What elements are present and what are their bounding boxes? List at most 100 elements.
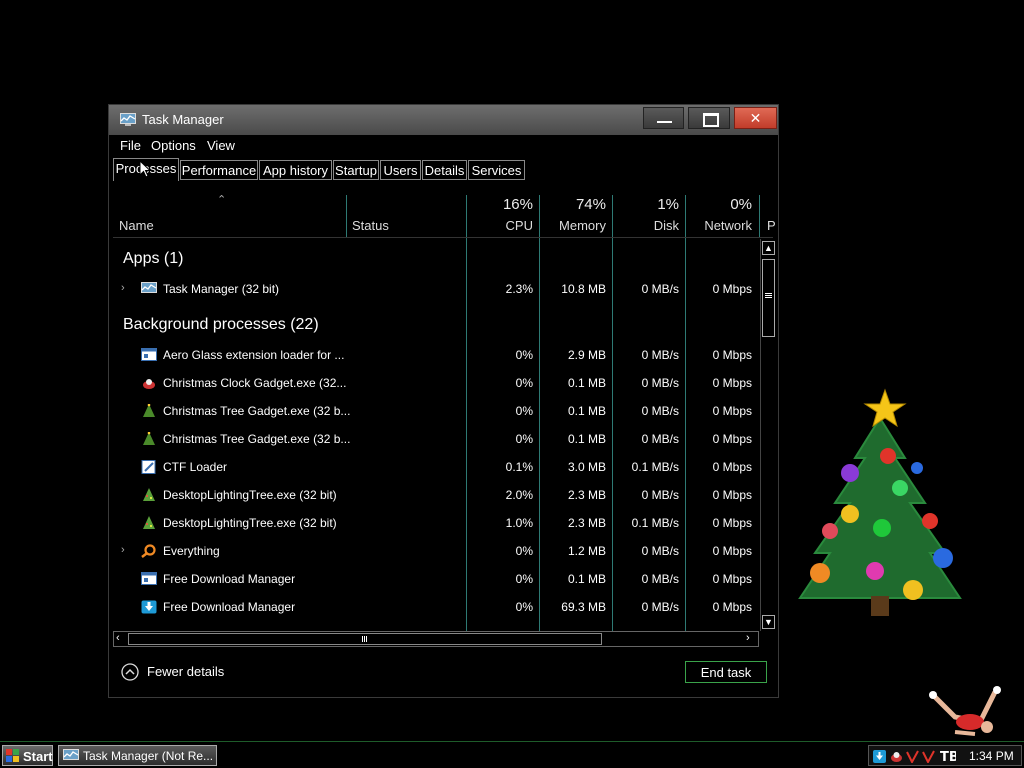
network-value: 0 Mbps [712, 404, 752, 418]
column-separator [612, 195, 613, 631]
download-icon[interactable] [873, 750, 886, 763]
chevron-right-icon[interactable]: › [121, 282, 125, 294]
group-background: Background processes (22) [123, 316, 319, 333]
system-tray: TB 1:34 PM [868, 745, 1022, 766]
taskbar-task-manager[interactable]: Task Manager (Not Re... [58, 745, 217, 766]
process-name: CTF Loader [163, 460, 228, 474]
grip-icon [765, 293, 772, 294]
cpu-value: 0% [515, 432, 533, 446]
memory-value: 10.8 MB [561, 282, 606, 296]
scroll-thumb[interactable] [762, 259, 775, 337]
start-label: Start [23, 749, 53, 764]
checkmark-red-icon[interactable] [906, 750, 919, 763]
network-value: 0 Mbps [712, 460, 752, 474]
column-separator [685, 195, 686, 631]
end-task-button[interactable]: End task [685, 661, 767, 683]
menu-options[interactable]: Options [151, 138, 196, 153]
chevron-up-circle-icon [121, 663, 139, 681]
process-name: Christmas Tree Gadget.exe (32 b... [163, 404, 351, 418]
network-value: 0 Mbps [712, 348, 752, 362]
cpu-value: 0% [515, 376, 533, 390]
column-separator [466, 195, 467, 631]
network-value: 0 Mbps [712, 376, 752, 390]
checkmark-red-icon[interactable] [922, 750, 935, 763]
network-value: 0 Mbps [712, 600, 752, 614]
christmas-tree-gadget-icon[interactable] [795, 388, 965, 624]
lighting-tree-icon [143, 516, 155, 529]
close-button[interactable]: ✕ [734, 107, 777, 129]
tb-logo-icon[interactable]: TB [940, 749, 956, 763]
column-network[interactable]: Network [688, 218, 752, 233]
maximize-icon [703, 113, 719, 127]
memory-value: 0.1 MB [567, 432, 606, 446]
column-name[interactable]: Name [119, 218, 154, 233]
window-icon [141, 348, 157, 361]
column-memory[interactable]: Memory [542, 218, 606, 233]
column-separator [759, 195, 760, 237]
disk-value: 0 MB/s [641, 432, 679, 446]
tab-startup[interactable]: Startup [333, 160, 379, 180]
scroll-left-icon[interactable]: ‹ [116, 632, 120, 644]
column-cpu[interactable]: CPU [469, 218, 533, 233]
disk-percent: 1% [657, 196, 679, 213]
cpu-value: 0% [515, 572, 533, 586]
horizontal-scrollbar[interactable]: ‹ › [113, 631, 759, 647]
disk-value: 0 MB/s [641, 488, 679, 502]
menu-bar: File Options View [109, 135, 778, 157]
task-manager-window: Task Manager ✕ File Options View Process… [108, 104, 779, 698]
title-bar[interactable]: Task Manager ✕ [109, 105, 778, 135]
process-name: Free Download Manager [163, 600, 296, 614]
cpu-value: 2.0% [505, 488, 533, 502]
column-separator [346, 195, 347, 237]
cpu-value: 2.3% [505, 282, 533, 296]
cpu-percent: 16% [502, 196, 533, 213]
vertical-scrollbar[interactable]: ▲ ▼ [760, 239, 777, 631]
tab-app-history[interactable]: App history [259, 160, 332, 180]
fewer-details-label: Fewer details [147, 664, 225, 679]
cpu-value: 0% [515, 544, 533, 558]
lighting-tree-icon [143, 488, 155, 501]
horizontal-scroll-thumb[interactable] [128, 633, 602, 645]
column-status[interactable]: Status [352, 218, 389, 233]
scroll-right-icon[interactable]: › [746, 632, 750, 644]
header-divider [113, 237, 773, 238]
menu-view[interactable]: View [207, 138, 235, 153]
memory-value: 2.3 MB [567, 516, 606, 530]
grip-icon [362, 636, 363, 642]
scroll-up-icon[interactable]: ▲ [762, 241, 775, 255]
close-icon: ✕ [749, 110, 762, 126]
ctf-icon [141, 460, 156, 474]
tab-performance[interactable]: Performance [180, 160, 258, 180]
column-disk[interactable]: Disk [615, 218, 679, 233]
chevron-right-icon[interactable]: › [121, 544, 125, 556]
disk-value: 0 MB/s [641, 282, 679, 296]
tab-services[interactable]: Services [468, 160, 525, 180]
taskbar-clock[interactable]: 1:34 PM [969, 749, 1014, 763]
window-title: Task Manager [142, 112, 224, 127]
maximize-button[interactable] [688, 107, 730, 129]
minimize-button[interactable] [643, 107, 684, 129]
disk-value: 0 MB/s [641, 572, 679, 586]
window-icon [141, 572, 157, 585]
sort-arrow-icon: ⌃ [217, 194, 227, 206]
disk-value: 0 MB/s [641, 376, 679, 390]
clock-gadget-icon [143, 379, 155, 389]
scroll-down-icon[interactable]: ▼ [762, 615, 775, 629]
column-power[interactable]: P [767, 218, 776, 233]
network-value: 0 Mbps [712, 488, 752, 502]
cpu-value: 0% [515, 404, 533, 418]
menu-file[interactable]: File [120, 138, 141, 153]
memory-value: 69.3 MB [561, 600, 606, 614]
disk-value: 0 MB/s [641, 600, 679, 614]
minimize-icon [657, 121, 672, 123]
memory-value: 0.1 MB [567, 572, 606, 586]
tab-details[interactable]: Details [422, 160, 467, 180]
dancer-gadget-icon [929, 686, 1001, 736]
disk-value: 0.1 MB/s [631, 460, 679, 474]
tab-users[interactable]: Users [380, 160, 421, 180]
start-button[interactable]: Start [2, 745, 53, 766]
cpu-value: 0% [515, 600, 533, 614]
disk-value: 0 MB/s [641, 544, 679, 558]
mouse-cursor-icon [139, 160, 151, 178]
clock-gadget-icon[interactable] [890, 750, 903, 763]
